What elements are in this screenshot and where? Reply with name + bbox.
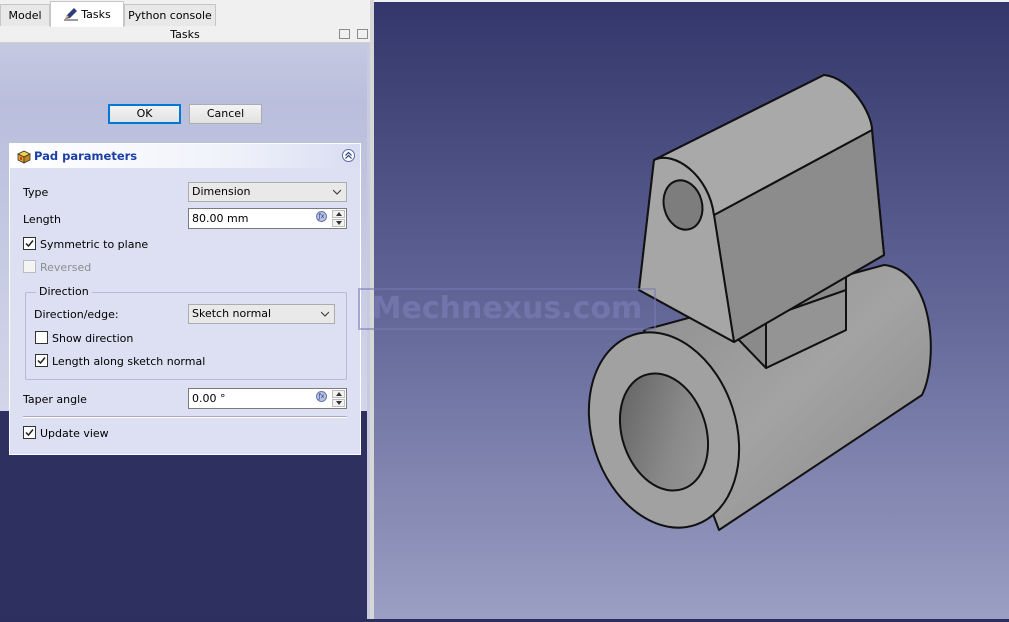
direction-edge-value: Sketch normal <box>192 307 272 320</box>
reversed-checkbox[interactable] <box>23 260 36 273</box>
length-along-normal-checkbox[interactable] <box>35 354 48 367</box>
update-view-label: Update view <box>40 427 109 440</box>
tab-tasks-label: Tasks <box>81 8 111 21</box>
tab-model[interactable]: Model <box>0 4 50 26</box>
show-direction-checkbox[interactable] <box>35 331 48 344</box>
cancel-button-label: Cancel <box>206 107 245 120</box>
tab-tasks[interactable]: Tasks <box>50 1 124 27</box>
cancel-button[interactable]: Cancel <box>189 104 262 124</box>
ok-button-label: OK <box>136 107 153 120</box>
taper-angle-value: 0.00 ° <box>192 392 226 405</box>
panel-title: Tasks ▭ ▭ <box>0 27 370 43</box>
length-value: 80.00 mm <box>192 212 249 225</box>
pencil-icon <box>64 8 79 21</box>
spin-down-button[interactable] <box>332 399 345 407</box>
pad-parameters-box: Pad parameters Type Dimension Length 80.… <box>9 143 361 455</box>
tab-python-console[interactable]: Python console <box>124 4 216 26</box>
viewport-top-border <box>374 0 1009 2</box>
watermark-text: Mechnexus.com <box>371 291 643 326</box>
task-panel: Model Tasks Python console Tasks ▭ ▭ OK … <box>0 0 370 619</box>
symmetric-label: Symmetric to plane <box>40 238 149 251</box>
direction-edge-select[interactable]: Sketch normal <box>188 304 335 324</box>
show-direction-label: Show direction <box>52 332 134 345</box>
tab-python-label: Python console <box>128 9 212 22</box>
expression-icon[interactable]: ƒx <box>316 391 327 402</box>
direction-edge-label: Direction/edge: <box>34 308 119 321</box>
expression-icon[interactable]: ƒx <box>316 211 327 222</box>
float-panel-icon[interactable]: ▭ <box>339 29 350 39</box>
length-label: Length <box>23 213 61 226</box>
spin-up-button[interactable] <box>332 390 345 398</box>
pad-parameters-header[interactable]: Pad parameters <box>10 144 360 168</box>
type-select[interactable]: Dimension <box>188 182 347 202</box>
chevron-down-icon <box>321 311 329 317</box>
taper-angle-input[interactable]: 0.00 ° ƒx <box>188 388 347 409</box>
spin-down-button[interactable] <box>332 219 345 227</box>
panel-title-text: Tasks <box>170 28 200 41</box>
panel-body: OK Cancel Pad parameters Type Dimension <box>0 43 370 619</box>
length-input[interactable]: 80.00 mm ƒx <box>188 208 347 229</box>
update-view-checkbox[interactable] <box>23 426 36 439</box>
length-along-normal-label: Length along sketch normal <box>52 355 206 368</box>
tab-bar: Model Tasks Python console <box>0 0 370 28</box>
spin-up-button[interactable] <box>332 210 345 218</box>
direction-group-title: Direction <box>36 285 92 298</box>
undock-panel-icon[interactable]: ▭ <box>357 29 368 39</box>
reversed-label: Reversed <box>40 261 92 274</box>
symmetric-checkbox[interactable] <box>23 237 36 250</box>
tab-model-label: Model <box>8 9 42 22</box>
collapse-chevron-icon[interactable] <box>342 149 355 162</box>
chevron-down-icon <box>333 189 341 195</box>
pad-feature-icon <box>17 150 31 164</box>
taper-angle-label: Taper angle <box>23 393 87 406</box>
watermark: Mechnexus.com <box>358 288 656 330</box>
type-select-value: Dimension <box>192 185 251 198</box>
pad-parameters-title: Pad parameters <box>34 149 138 163</box>
separator <box>23 416 347 418</box>
type-label: Type <box>23 186 49 199</box>
ok-button[interactable]: OK <box>108 104 181 124</box>
